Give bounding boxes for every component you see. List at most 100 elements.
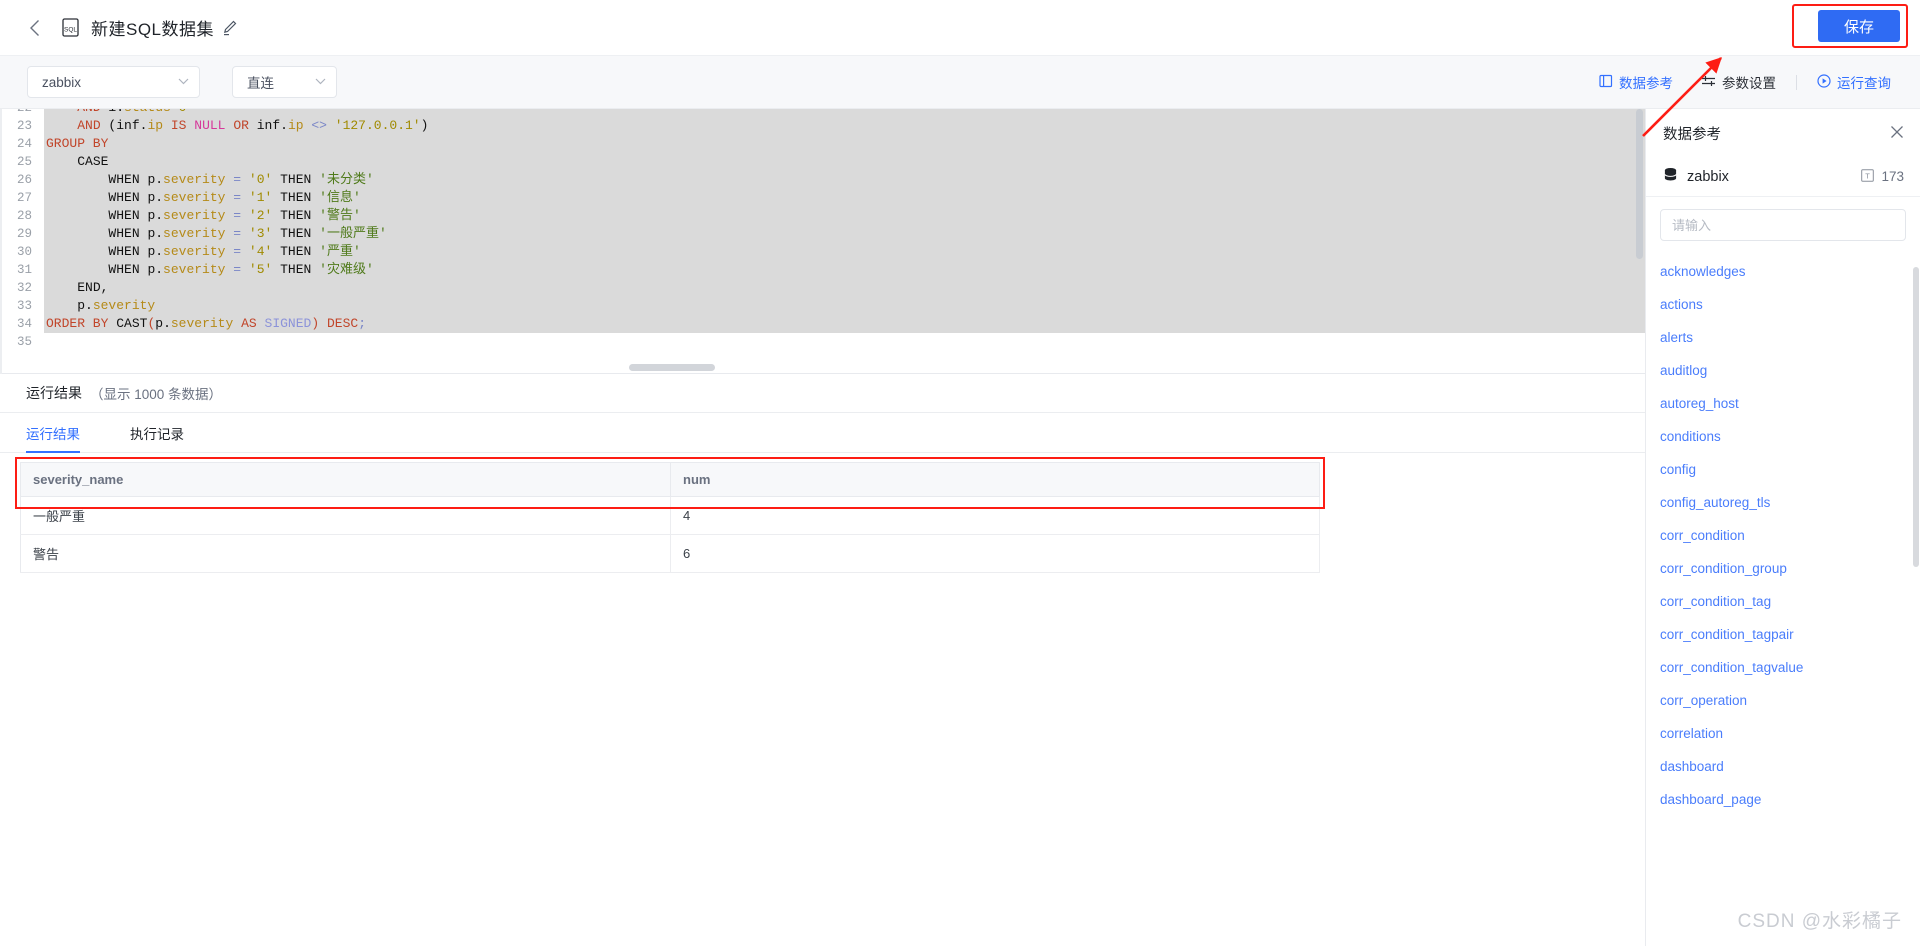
close-icon[interactable] <box>1890 125 1904 142</box>
database-summary-row[interactable]: zabbix T 173 <box>1646 157 1920 197</box>
chevron-down-icon <box>178 76 189 88</box>
code-line[interactable]: 25 CASE <box>0 153 1645 171</box>
code-line-text[interactable]: WHEN p.severity = '0' THEN '未分类' <box>44 171 1645 189</box>
code-line-text[interactable]: WHEN p.severity = '1' THEN '信息' <box>44 189 1645 207</box>
code-line[interactable]: 33 p.severity <box>0 297 1645 315</box>
code-line[interactable]: 22 AND i.status=0 <box>0 109 1645 117</box>
table-search-box[interactable] <box>1660 209 1906 241</box>
code-line-text[interactable]: CASE <box>44 153 1645 171</box>
code-token: ip <box>147 118 164 133</box>
editor-horizontal-scrollbar[interactable] <box>629 364 715 371</box>
sql-code-lines[interactable]: 22 AND i.status=023 AND (inf.ip IS NULL … <box>0 109 1645 351</box>
table-list-item[interactable]: actions <box>1646 288 1920 321</box>
pencil-edit-icon[interactable] <box>223 20 237 36</box>
table-list-item[interactable]: corr_condition_tagpair <box>1646 618 1920 651</box>
code-token: = <box>233 172 242 187</box>
table-list-item[interactable]: auditlog <box>1646 354 1920 387</box>
code-token: i. <box>101 109 124 115</box>
table-list-item[interactable]: autoreg_host <box>1646 387 1920 420</box>
table-list-item[interactable]: corr_condition_tag <box>1646 585 1920 618</box>
toolbar-divider <box>1796 74 1797 90</box>
table-list-item[interactable]: acknowledges <box>1646 255 1920 288</box>
table-list-item[interactable]: dashboard_page <box>1646 783 1920 816</box>
panel-vertical-scrollbar[interactable] <box>1913 267 1919 567</box>
code-line[interactable]: 31 WHEN p.severity = '5' THEN '灾难级' <box>0 261 1645 279</box>
parameter-settings-button[interactable]: 参数设置 <box>1687 72 1790 92</box>
code-line-text[interactable]: AND i.status=0 <box>44 109 1645 117</box>
chevron-left-icon <box>30 19 39 36</box>
svg-text:SQL: SQL <box>64 27 77 34</box>
code-line[interactable]: 26 WHEN p.severity = '0' THEN '未分类' <box>0 171 1645 189</box>
code-token: p. <box>139 262 164 277</box>
table-list-item[interactable]: corr_condition_tagvalue <box>1646 651 1920 684</box>
code-token: 0 <box>179 109 187 115</box>
table-list-item[interactable]: dashboard <box>1646 750 1920 783</box>
table-list-item[interactable]: correlation <box>1646 717 1920 750</box>
datasource-select-value: zabbix <box>42 74 82 90</box>
sql-code-editor[interactable]: 22 AND i.status=023 AND (inf.ip IS NULL … <box>0 109 1645 374</box>
back-button[interactable] <box>18 11 52 45</box>
code-token: THEN <box>280 262 312 277</box>
code-line-number: 32 <box>0 281 44 295</box>
code-line[interactable]: 32 END, <box>0 279 1645 297</box>
code-line-text[interactable]: WHEN p.severity = '5' THEN '灾难级' <box>44 261 1645 279</box>
code-token: '0' <box>248 172 273 187</box>
column-header-severity-name[interactable]: severity_name <box>20 462 671 497</box>
code-line-text[interactable]: END, <box>44 279 1645 297</box>
code-line-text[interactable]: ORDER BY CAST(p.severity AS SIGNED) DESC… <box>44 315 1645 333</box>
table-list-item[interactable]: conditions <box>1646 420 1920 453</box>
code-token: '一般严重' <box>319 226 387 241</box>
code-line-text[interactable]: AND (inf.ip IS NULL OR inf.ip <> '127.0.… <box>44 117 1645 135</box>
editor-vertical-scrollbar[interactable] <box>1636 109 1643 259</box>
table-row[interactable]: 一般严重 4 <box>20 496 1320 535</box>
code-line[interactable]: 28 WHEN p.severity = '2' THEN '警告' <box>0 207 1645 225</box>
table-list-item[interactable]: config_autoreg_tls <box>1646 486 1920 519</box>
table-list-item[interactable]: corr_condition <box>1646 519 1920 552</box>
code-line[interactable]: 24 GROUP BY <box>0 135 1645 153</box>
table-search-input[interactable] <box>1672 217 1894 233</box>
table-list-item[interactable]: config <box>1646 453 1920 486</box>
run-query-button[interactable]: 运行查询 <box>1803 72 1905 92</box>
code-line-text[interactable] <box>44 333 1645 351</box>
table-list-item[interactable]: alerts <box>1646 321 1920 354</box>
connection-mode-value: 直连 <box>247 76 274 91</box>
data-reference-button[interactable]: 数据参考 <box>1585 72 1687 92</box>
book-icon <box>1599 74 1613 91</box>
code-line[interactable]: 27 WHEN p.severity = '1' THEN '信息' <box>0 189 1645 207</box>
code-line-number: 27 <box>0 191 44 205</box>
code-token: WHEN <box>108 208 140 223</box>
tab-run-result[interactable]: 运行结果 <box>26 413 80 453</box>
code-line[interactable]: 30 WHEN p.severity = '4' THEN '严重' <box>0 243 1645 261</box>
code-token: DESC <box>326 316 359 331</box>
table-list-item[interactable]: corr_operation <box>1646 684 1920 717</box>
table-list-item[interactable]: corr_condition_group <box>1646 552 1920 585</box>
code-token: = <box>233 244 242 259</box>
save-button[interactable]: 保存 <box>1818 10 1900 42</box>
column-header-num[interactable]: num <box>670 462 1320 497</box>
code-line[interactable]: 35 <box>0 333 1645 351</box>
code-line-text[interactable]: WHEN p.severity = '2' THEN '警告' <box>44 207 1645 225</box>
code-token: p. <box>139 172 164 187</box>
code-line-text[interactable]: WHEN p.severity = '4' THEN '严重' <box>44 243 1645 261</box>
code-token: '1' <box>248 190 273 205</box>
code-token: ; <box>358 316 366 331</box>
datasource-select[interactable]: zabbix <box>27 66 200 98</box>
code-line[interactable]: 23 AND (inf.ip IS NULL OR inf.ip <> '127… <box>0 117 1645 135</box>
code-line[interactable]: 34 ORDER BY CAST(p.severity AS SIGNED) DE… <box>0 315 1645 333</box>
code-token: '3' <box>248 226 273 241</box>
code-token: = <box>233 262 242 277</box>
code-line-text[interactable]: WHEN p.severity = '3' THEN '一般严重' <box>44 225 1645 243</box>
code-line-text[interactable]: p.severity <box>44 297 1645 315</box>
code-line-text[interactable]: GROUP BY <box>44 135 1645 153</box>
table-count: 173 <box>1881 169 1904 184</box>
connection-mode-select[interactable]: 直连 <box>232 66 337 98</box>
code-line[interactable]: 29 WHEN p.severity = '3' THEN '一般严重' <box>0 225 1645 243</box>
code-token: WHEN <box>108 190 140 205</box>
tab-execution-log[interactable]: 执行记录 <box>130 413 184 453</box>
table-row[interactable]: 警告 6 <box>20 534 1320 573</box>
